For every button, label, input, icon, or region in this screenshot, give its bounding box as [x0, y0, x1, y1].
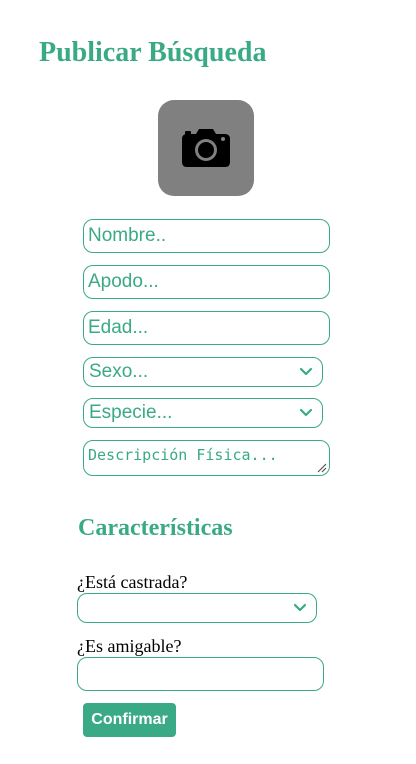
especie-select[interactable]: Especie...: [83, 398, 323, 428]
amigable-label: ¿Es amigable?: [77, 636, 182, 656]
photo-upload-button[interactable]: [158, 100, 254, 196]
amigable-input[interactable]: [77, 657, 324, 691]
caracteristicas-heading: Características: [78, 515, 233, 541]
apodo-input[interactable]: [83, 265, 330, 299]
nombre-input[interactable]: [83, 219, 330, 253]
especie-select-value: Especie...: [89, 402, 173, 423]
camera-icon: [182, 129, 230, 167]
chevron-down-icon: [299, 408, 313, 417]
chevron-down-icon: [293, 603, 307, 612]
castrada-label: ¿Está castrada?: [77, 572, 188, 592]
page-title: Publicar Búsqueda: [39, 37, 267, 68]
sexo-select-value: Sexo...: [89, 361, 149, 382]
castrada-select[interactable]: [77, 593, 317, 623]
edad-input[interactable]: [83, 311, 330, 345]
confirm-button[interactable]: Confirmar: [83, 703, 176, 737]
resize-handle-icon[interactable]: [315, 461, 327, 473]
descripcion-textarea[interactable]: [83, 440, 330, 476]
sexo-select[interactable]: Sexo...: [83, 357, 323, 387]
chevron-down-icon: [299, 367, 313, 376]
